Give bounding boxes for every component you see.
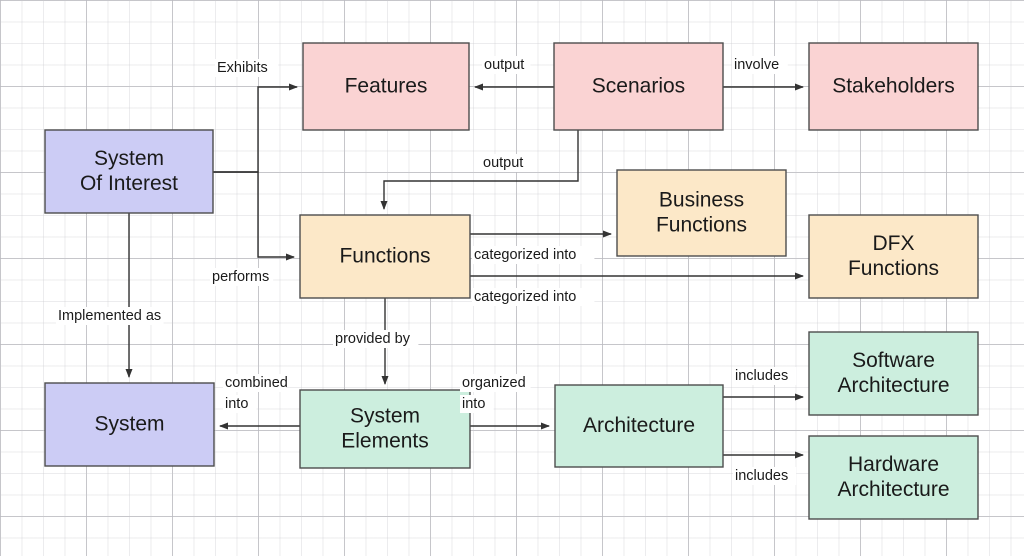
edge-label-functions-to-dfx-functions: categorized into: [472, 288, 595, 306]
edge-label-scenarios-to-functions: output: [481, 154, 530, 172]
edge-label-text-system-elements-to-architecture: organized into: [462, 375, 526, 412]
edge-label-text-soi-to-features: Exhibits: [217, 60, 268, 76]
edge-label-soi-to-system: Implemented as: [56, 307, 164, 325]
edge-label-soi-to-features: Exhibits: [215, 59, 279, 77]
edge-label-text-soi-to-system: Implemented as: [58, 308, 161, 324]
nodes-group: System Of Interest Features Scenarios Stakeh…: [44, 42, 979, 520]
node-label-functions: Functions: [339, 244, 430, 267]
node-scenarios[interactable]: Scenarios: [553, 42, 724, 131]
edge-label-soi-to-functions: performs: [210, 268, 274, 286]
node-dfx-functions[interactable]: DFX Functions: [808, 214, 979, 299]
node-label-architecture: Architecture: [583, 414, 695, 437]
edge-soi-to-functions: [213, 171, 295, 261]
edge-label-text-scenarios-to-functions: output: [483, 155, 523, 171]
edge-label-text-soi-to-functions: performs: [212, 269, 269, 285]
node-features[interactable]: Features: [302, 42, 470, 131]
edge-label-text-architecture-to-software-architecture: includes: [735, 368, 788, 384]
node-system-elements[interactable]: System Elements: [299, 389, 471, 469]
edge-label-scenarios-to-stakeholders: involve: [732, 56, 788, 74]
node-system-of-interest[interactable]: System Of Interest: [44, 129, 214, 214]
node-system[interactable]: System: [44, 382, 215, 467]
node-label-scenarios: Scenarios: [592, 74, 685, 97]
edge-label-system-elements-to-system: combined into: [223, 374, 288, 413]
diagram-canvas: System Of Interest Features Scenarios Stakeh…: [0, 0, 1024, 556]
edge-label-architecture-to-software-architecture: includes: [733, 367, 797, 385]
node-label-system: System: [94, 412, 164, 435]
concept-map-diagram: System Of Interest Features Scenarios Stakeh…: [44, 42, 979, 520]
node-business-functions[interactable]: Business Functions: [616, 169, 787, 257]
node-hardware-architecture[interactable]: Hardware Architecture: [808, 435, 979, 520]
edge-label-functions-to-system-elements: provided by: [333, 330, 419, 348]
edge-label-text-functions-to-system-elements: provided by: [335, 331, 411, 347]
node-label-features: Features: [345, 74, 428, 97]
node-functions[interactable]: Functions: [299, 214, 471, 299]
edge-label-text-scenarios-to-features: output: [484, 57, 524, 73]
node-stakeholders[interactable]: Stakeholders: [808, 42, 979, 131]
edge-label-functions-to-business-functions: categorized into: [472, 246, 595, 264]
edge-label-text-architecture-to-hardware-architecture: includes: [735, 468, 788, 484]
edge-label-text-functions-to-dfx-functions: categorized into: [474, 289, 576, 305]
edge-soi-to-features: [213, 83, 298, 173]
edge-label-architecture-to-hardware-architecture: includes: [733, 467, 797, 485]
node-architecture[interactable]: Architecture: [554, 384, 724, 468]
edge-label-text-scenarios-to-stakeholders: involve: [734, 57, 779, 73]
node-label-stakeholders: Stakeholders: [832, 74, 955, 97]
edge-label-scenarios-to-features: output: [482, 56, 531, 74]
edge-label-text-functions-to-business-functions: categorized into: [474, 247, 576, 263]
node-software-architecture[interactable]: Software Architecture: [808, 331, 979, 416]
